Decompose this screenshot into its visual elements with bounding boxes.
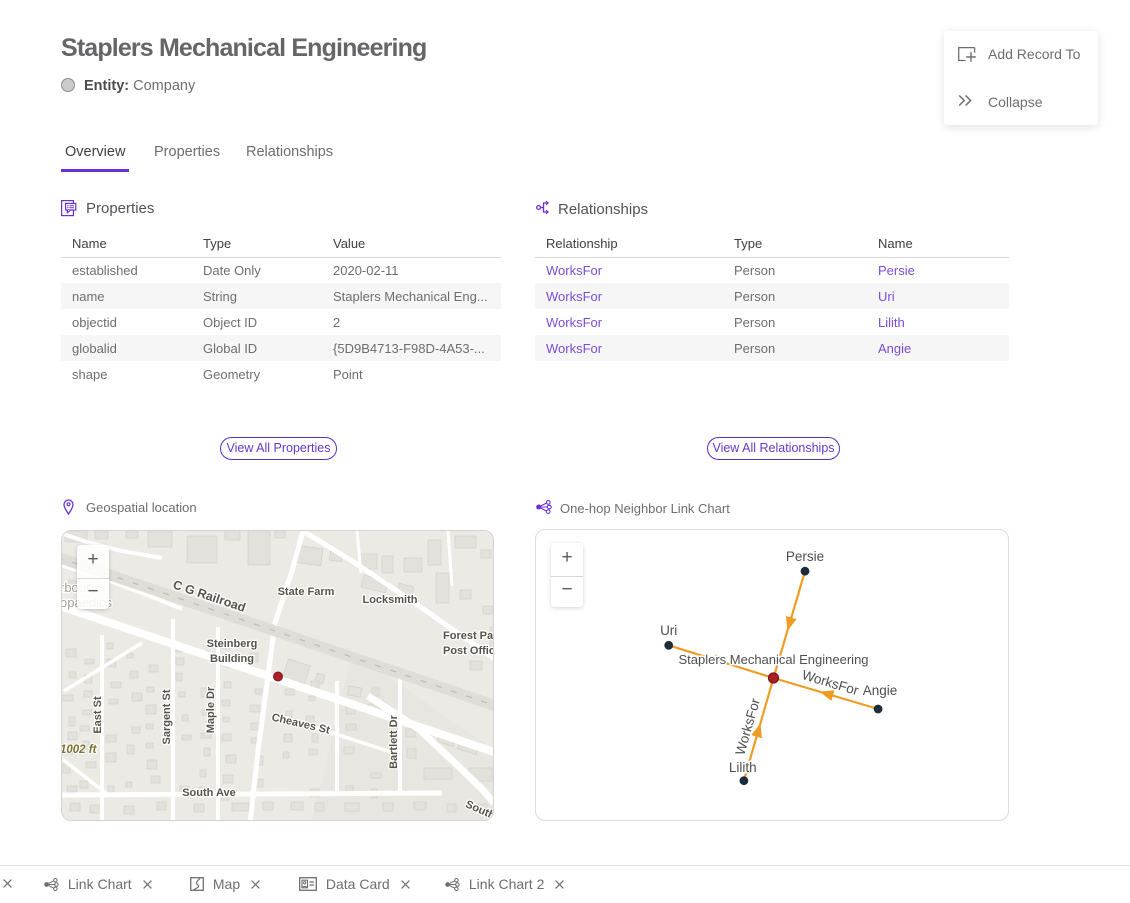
- svg-text:Bartlett Dr: Bartlett Dr: [388, 714, 400, 769]
- svg-text:Lilith: Lilith: [729, 760, 757, 775]
- svg-text:State Farm: State Farm: [278, 586, 335, 598]
- svg-text:Maple Dr: Maple Dr: [205, 686, 217, 733]
- svg-text:Staplers Mechanical Engineerin: Staplers Mechanical Engineering: [678, 652, 868, 667]
- svg-text:Locksmith: Locksmith: [362, 594, 417, 606]
- svg-text:Steinberg: Steinberg: [207, 638, 258, 650]
- svg-text:Persie: Persie: [786, 549, 824, 564]
- svg-text:Building: Building: [210, 653, 254, 665]
- svg-text:Post Offic: Post Offic: [443, 645, 494, 657]
- svg-text:1002 ft: 1002 ft: [62, 744, 98, 756]
- svg-text:Angie: Angie: [863, 683, 898, 698]
- svg-text:Forest Par: Forest Par: [443, 630, 494, 642]
- svg-text:South Ave: South Ave: [182, 787, 236, 799]
- svg-text:Uri: Uri: [660, 623, 677, 638]
- svg-text:East St: East St: [92, 696, 104, 734]
- svg-text:Sargent St: Sargent St: [161, 689, 173, 744]
